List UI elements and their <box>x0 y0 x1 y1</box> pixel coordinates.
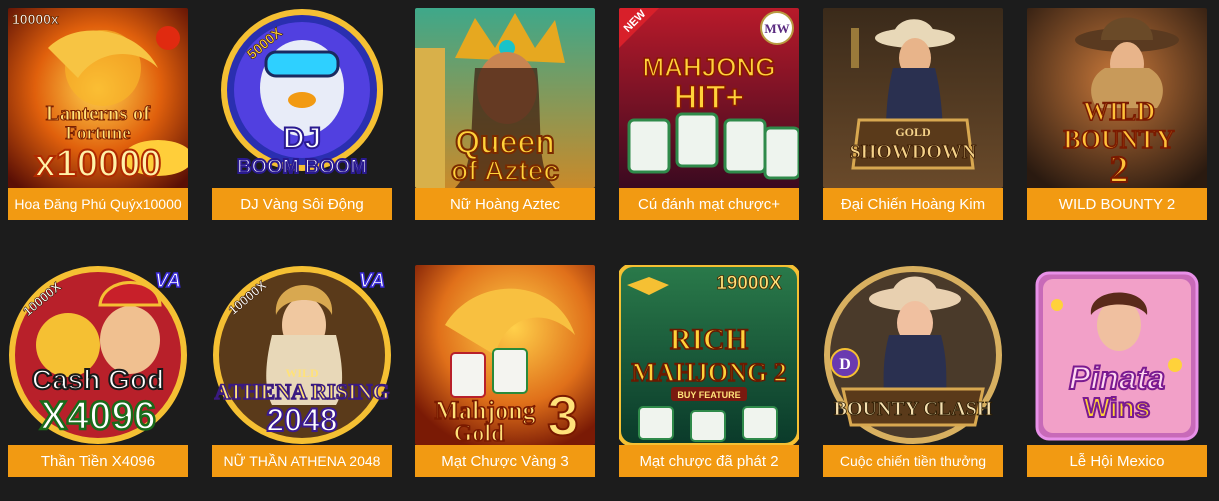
svg-text:3: 3 <box>547 384 578 445</box>
svg-text:WILD: WILD <box>285 366 319 380</box>
svg-text:2: 2 <box>1110 149 1129 188</box>
dj-penguin-art: 5000X DJ BOOM BOOM <box>212 8 392 188</box>
game-title: Mạt Chược Vàng 3 <box>415 445 595 477</box>
game-card-lanterns-of-fortune[interactable]: 10000x Lanterns of Fortune x10000 Hoa Đă… <box>8 8 188 220</box>
game-grid: 10000x Lanterns of Fortune x10000 Hoa Đă… <box>0 0 1219 501</box>
game-title: WILD BOUNTY 2 <box>1027 188 1207 220</box>
golden-dragon-mahjong-art: Mahjong Gold 3 <box>415 265 595 445</box>
svg-text:HIT+: HIT+ <box>674 79 744 115</box>
game-title: Mạt chược đã phát 2 <box>619 445 799 477</box>
game-thumbnail[interactable]: 10000X VA Cash God X4096 <box>8 265 188 445</box>
bounty-clash-cowgirl-art: D BOUNTY CLASH <box>823 265 1003 445</box>
pinata-party-art: Pinata Wins <box>1027 265 1207 445</box>
game-thumbnail[interactable]: 10000x Lanterns of Fortune x10000 <box>8 8 188 188</box>
svg-text:10000x: 10000x <box>12 11 59 27</box>
svg-text:Pinata: Pinata <box>1069 360 1165 396</box>
game-card-pinata-wins[interactable]: Pinata Wins Lễ Hội Mexico <box>1027 265 1207 477</box>
game-title: Đại Chiến Hoàng Kim <box>823 188 1003 220</box>
game-card-wild-bounty-2[interactable]: WILD BOUNTY 2 WILD BOUNTY 2 <box>1027 8 1207 220</box>
svg-text:VA: VA <box>155 270 181 292</box>
svg-text:WILD: WILD <box>1083 97 1155 126</box>
svg-text:DJ: DJ <box>283 122 321 155</box>
game-card-mahjong-gold-3[interactable]: Mahjong Gold 3 Mạt Chược Vàng 3 <box>415 265 595 477</box>
game-thumbnail[interactable]: Mahjong Gold 3 <box>415 265 595 445</box>
game-thumbnail[interactable]: Pinata Wins <box>1027 265 1207 445</box>
svg-text:Cash God: Cash God <box>32 364 164 395</box>
game-title: NỮ THẦN ATHENA 2048 <box>212 445 392 477</box>
svg-text:Wins: Wins <box>1084 392 1151 423</box>
game-card-athena-rising[interactable]: 10000X VA WILD ATHENA RISING 2048 NỮ THẦ… <box>212 265 392 477</box>
svg-text:Gold: Gold <box>454 421 505 445</box>
svg-text:of Aztec: of Aztec <box>451 155 559 186</box>
game-title: Hoa Đăng Phú Quýx10000 <box>8 188 188 220</box>
game-thumbnail[interactable]: 10000X VA WILD ATHENA RISING 2048 <box>212 265 392 445</box>
athena-goddess-art: 10000X VA WILD ATHENA RISING 2048 <box>212 265 392 445</box>
golden-dragon-lanterns-art: 10000x Lanterns of Fortune x10000 <box>8 8 188 188</box>
svg-text:2048: 2048 <box>266 402 337 438</box>
game-title: Thần Tiền X4096 <box>8 445 188 477</box>
svg-text:VA: VA <box>359 270 385 292</box>
game-thumbnail[interactable]: 19000X RICH MAHJONG 2 BUY FEATURE <box>619 265 799 445</box>
svg-text:MW: MW <box>764 21 789 36</box>
game-title: Cú đánh mạt chược+ <box>619 188 799 220</box>
aztec-queen-art: Queen of Aztec <box>415 8 595 188</box>
game-thumbnail[interactable]: NEW MW MAHJONG HIT+ <box>619 8 799 188</box>
svg-text:Lanterns of: Lanterns of <box>46 101 151 125</box>
game-title: Nữ Hoàng Aztec <box>415 188 595 220</box>
svg-text:x10000: x10000 <box>35 143 162 185</box>
svg-text:ATHENA RISING: ATHENA RISING <box>214 379 389 404</box>
game-thumbnail[interactable]: Queen of Aztec <box>415 8 595 188</box>
game-card-cash-god[interactable]: 10000X VA Cash God X4096 Thần Tiền X4096 <box>8 265 188 477</box>
svg-text:BUY FEATURE: BUY FEATURE <box>677 390 740 400</box>
cash-god-art: 10000X VA Cash God X4096 <box>8 265 188 445</box>
svg-text:X4096: X4096 <box>40 394 156 438</box>
svg-text:SHOWDOWN: SHOWDOWN <box>850 141 977 163</box>
rich-mahjong-art: 19000X RICH MAHJONG 2 BUY FEATURE <box>619 265 799 445</box>
game-thumbnail[interactable]: 5000X DJ BOOM BOOM <box>212 8 392 188</box>
game-card-gold-showdown[interactable]: GOLD SHOWDOWN Đại Chiến Hoàng Kim <box>823 8 1003 220</box>
game-title: Cuộc chiến tiền thưởng <box>823 445 1003 477</box>
game-thumbnail[interactable]: WILD BOUNTY 2 <box>1027 8 1207 188</box>
svg-text:Fortune: Fortune <box>65 123 130 144</box>
svg-text:MAHJONG: MAHJONG <box>643 52 776 82</box>
svg-text:BOUNTY CLASH: BOUNTY CLASH <box>834 398 993 420</box>
mahjong-tiles-art: NEW MW MAHJONG HIT+ <box>619 8 799 188</box>
game-card-dj-boom-boom[interactable]: 5000X DJ BOOM BOOM DJ Vàng Sôi Động <box>212 8 392 220</box>
svg-text:MAHJONG 2: MAHJONG 2 <box>631 358 786 387</box>
svg-text:GOLD: GOLD <box>895 125 931 139</box>
game-card-mahjong-hit-plus[interactable]: NEW MW MAHJONG HIT+ Cú đánh mạt chược+ <box>619 8 799 220</box>
game-title: DJ Vàng Sôi Động <box>212 188 392 220</box>
svg-text:19000X: 19000X <box>716 273 782 294</box>
svg-text:BOOM BOOM: BOOM BOOM <box>237 156 367 178</box>
game-title: Lễ Hội Mexico <box>1027 445 1207 477</box>
svg-text:D: D <box>839 356 851 373</box>
game-thumbnail[interactable]: GOLD SHOWDOWN <box>823 8 1003 188</box>
cowgirl-gunslinger-art: GOLD SHOWDOWN <box>823 8 1003 188</box>
game-card-queen-of-aztec[interactable]: Queen of Aztec Nữ Hoàng Aztec <box>415 8 595 220</box>
game-card-bounty-clash[interactable]: D BOUNTY CLASH Cuộc chiến tiền thưởng <box>823 265 1003 477</box>
game-thumbnail[interactable]: D BOUNTY CLASH <box>823 265 1003 445</box>
game-card-rich-mahjong-2[interactable]: 19000X RICH MAHJONG 2 BUY FEATURE Mạt ch… <box>619 265 799 477</box>
svg-text:RICH: RICH <box>670 323 748 356</box>
wild-west-bounty-art: WILD BOUNTY 2 <box>1027 8 1207 188</box>
